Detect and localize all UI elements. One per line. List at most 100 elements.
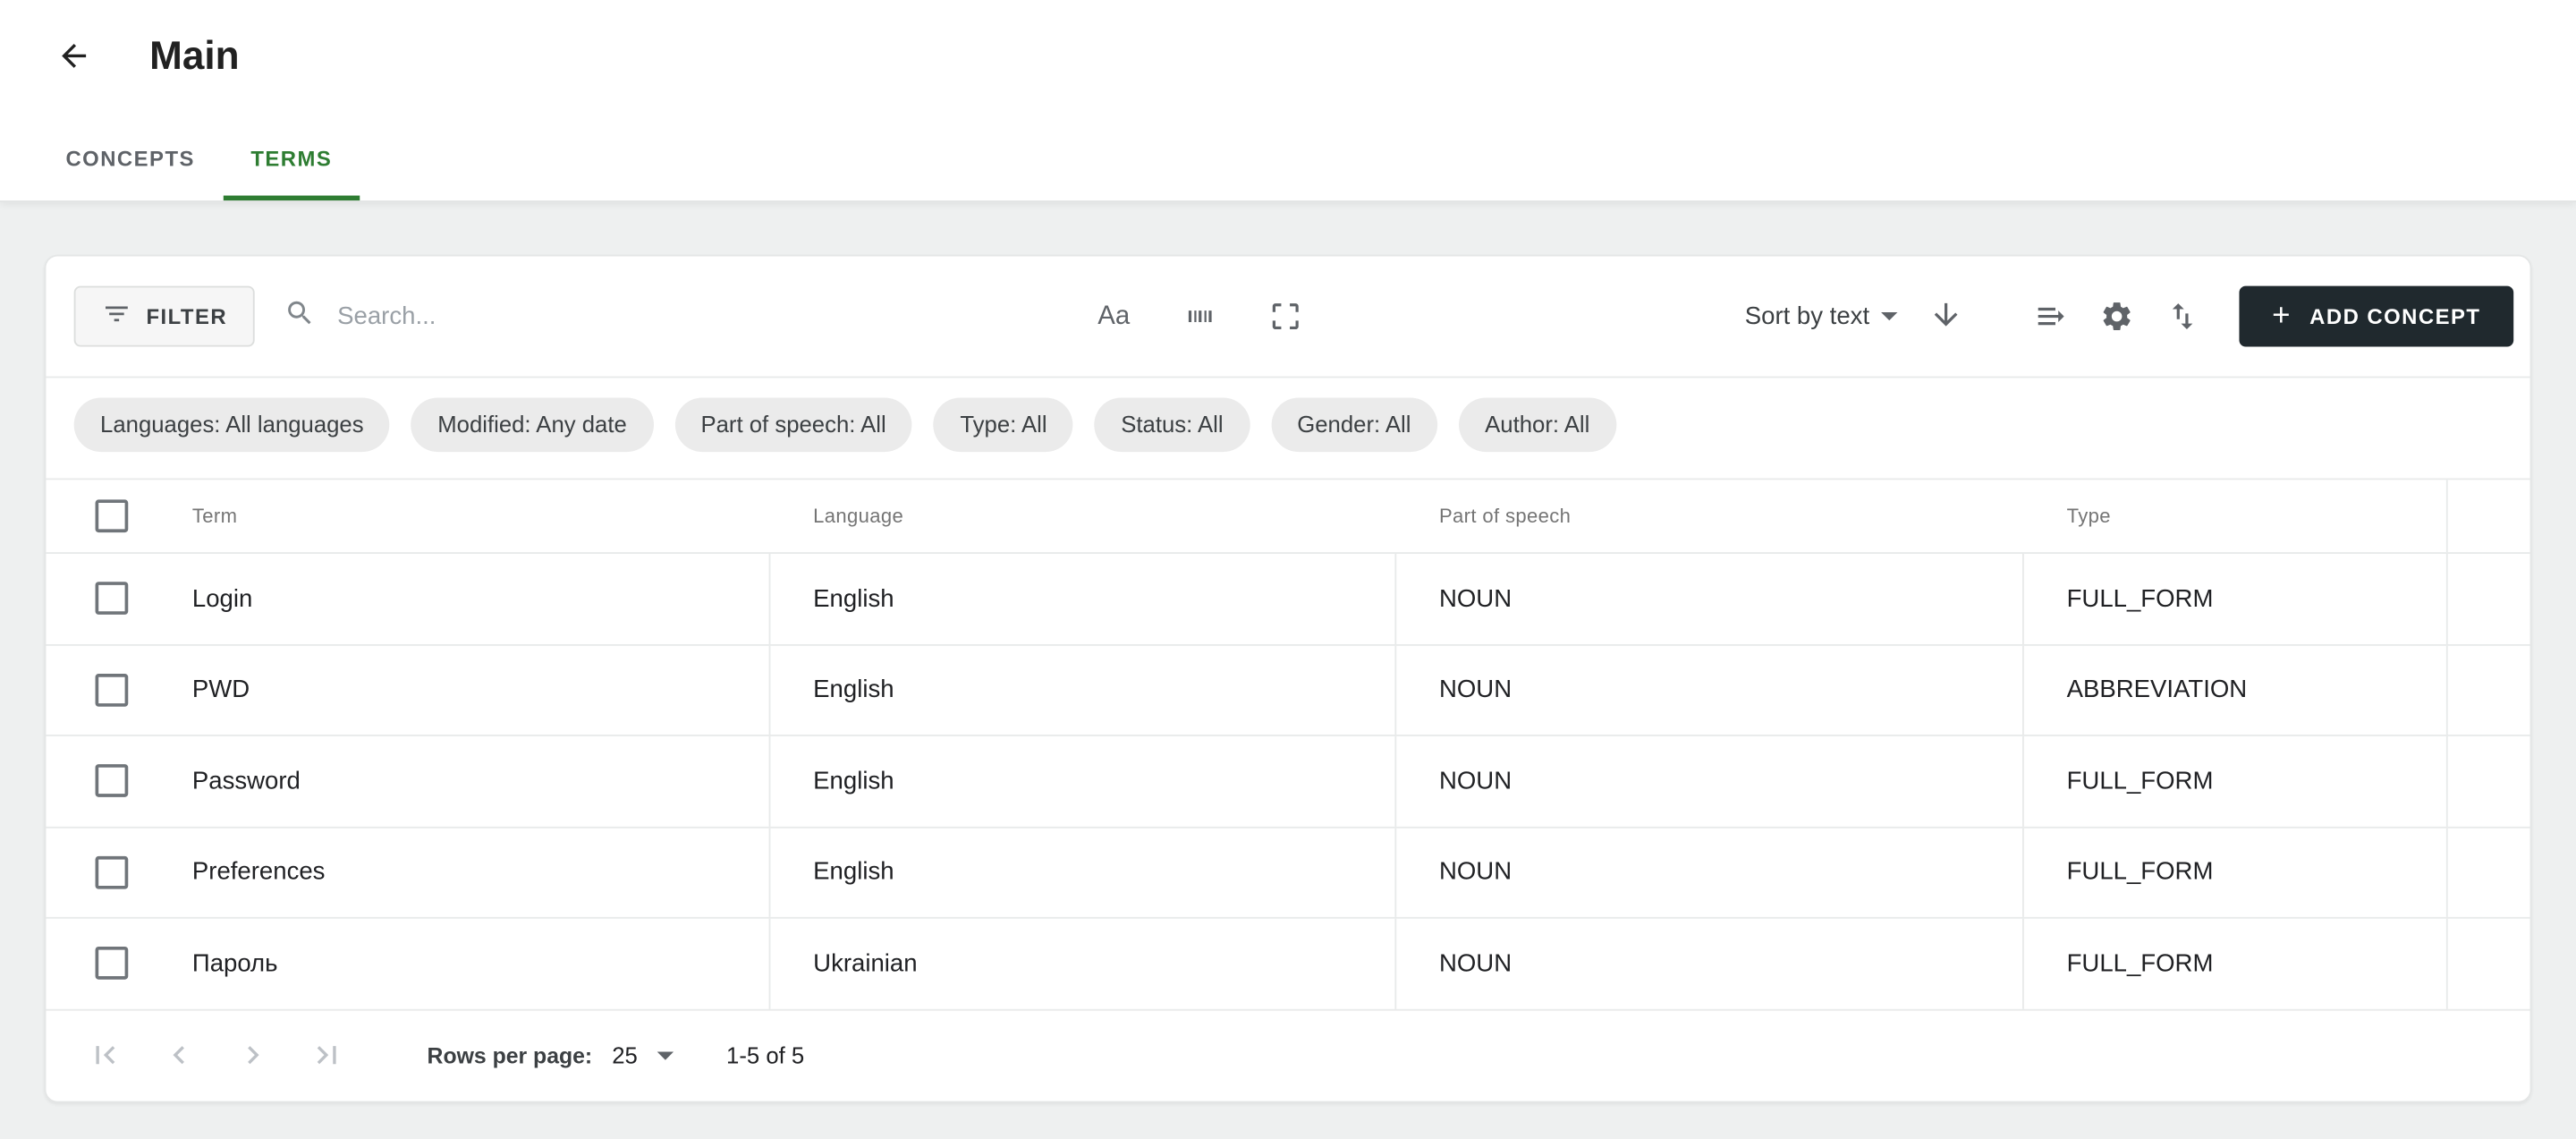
- match-case-icon[interactable]: Aa: [1094, 297, 1133, 336]
- row-spacer-cell: [2448, 828, 2532, 917]
- term-text: PWD: [192, 676, 250, 703]
- row-checkbox[interactable]: [96, 582, 129, 616]
- toolbar-right-group: Sort by text: [1745, 286, 2513, 347]
- chevron-down-icon: [1881, 312, 1897, 320]
- pos-cell: NOUN: [1396, 736, 2024, 826]
- column-header-term: Term: [192, 505, 237, 528]
- term-text: Пароль: [192, 949, 278, 977]
- column-header-pos: Part of speech: [1396, 480, 2024, 552]
- language-cell: English: [770, 736, 1396, 826]
- type-cell: FULL_FORM: [2024, 554, 2448, 643]
- filter-button-label: FILTER: [146, 304, 227, 329]
- table-header-row: Term Language Part of speech Type: [46, 478, 2529, 552]
- rows-per-page-label: Rows per page:: [428, 1042, 593, 1067]
- row-spacer-cell: [2448, 736, 2532, 826]
- language-cell: English: [770, 645, 1396, 735]
- term-cell: Password: [46, 736, 770, 826]
- row-checkbox[interactable]: [96, 765, 129, 798]
- tab-terms[interactable]: TERMS: [223, 122, 360, 200]
- pos-cell: NOUN: [1396, 554, 2024, 643]
- tab-bar: CONCEPTS TERMS: [38, 122, 360, 200]
- type-cell: FULL_FORM: [2024, 919, 2448, 1008]
- chevron-down-icon: [657, 1051, 674, 1059]
- arrow-down-icon: [1929, 297, 1964, 336]
- gear-icon[interactable]: [2097, 297, 2137, 336]
- first-page-icon[interactable]: [86, 1035, 125, 1075]
- chip-part-of-speech[interactable]: Part of speech: All: [674, 397, 912, 452]
- column-header-language: Language: [770, 480, 1396, 552]
- lines-arrow-icon[interactable]: [2032, 297, 2072, 336]
- select-all-checkbox[interactable]: [96, 499, 129, 532]
- term-cell: Login: [46, 554, 770, 643]
- row-checkbox[interactable]: [96, 947, 129, 980]
- header-term-cell: Term: [46, 480, 770, 552]
- chip-status[interactable]: Status: All: [1095, 397, 1250, 452]
- language-cell: English: [770, 554, 1396, 643]
- search-box: [284, 297, 899, 336]
- chip-type[interactable]: Type: All: [934, 397, 1073, 452]
- page: Main CONCEPTS TERMS FILTER: [0, 0, 2576, 1139]
- back-button[interactable]: [53, 36, 96, 79]
- search-input[interactable]: [334, 301, 899, 332]
- type-cell: ABBREVIATION: [2024, 645, 2448, 735]
- terms-card: FILTER Aa: [45, 255, 2532, 1102]
- table-row[interactable]: PWD English NOUN ABBREVIATION: [46, 643, 2529, 735]
- rows-per-page-select[interactable]: 25: [612, 1041, 674, 1067]
- header-spacer-cell: [2448, 480, 2532, 552]
- barcode-icon[interactable]: [1180, 297, 1219, 336]
- pos-cell: NOUN: [1396, 919, 2024, 1008]
- page-title: Main: [149, 31, 239, 84]
- term-cell: PWD: [46, 645, 770, 735]
- plus-icon: +: [2272, 301, 2292, 332]
- swap-vert-icon[interactable]: [2164, 297, 2203, 336]
- filter-button[interactable]: FILTER: [74, 286, 256, 347]
- card-toolbar: FILTER Aa: [46, 257, 2529, 377]
- tab-concepts[interactable]: CONCEPTS: [38, 122, 223, 200]
- row-spacer-cell: [2448, 919, 2532, 1008]
- filter-icon: [102, 299, 131, 334]
- search-option-icons: Aa: [1094, 257, 1304, 377]
- rows-per-page-value: 25: [612, 1041, 638, 1067]
- row-checkbox[interactable]: [96, 674, 129, 707]
- row-spacer-cell: [2448, 554, 2532, 643]
- term-cell: Пароль: [46, 919, 770, 1008]
- pagination-bar: Rows per page: 25 1-5 of 5: [46, 1008, 2529, 1101]
- filter-chips-row: Languages: All languages Modified: Any d…: [46, 377, 2529, 479]
- column-header-type: Type: [2024, 480, 2448, 552]
- sort-by-label: Sort by text: [1745, 302, 1869, 330]
- pos-cell: NOUN: [1396, 828, 2024, 917]
- top-bar: Main CONCEPTS TERMS: [0, 0, 2576, 200]
- chip-gender[interactable]: Gender: All: [1271, 397, 1437, 452]
- crop-free-icon[interactable]: [1265, 297, 1304, 336]
- sort-by-dropdown[interactable]: Sort by text: [1745, 302, 1898, 330]
- terms-table: Term Language Part of speech Type Login …: [46, 478, 2529, 1007]
- term-text: Login: [192, 584, 252, 612]
- pagination-range: 1-5 of 5: [726, 1041, 804, 1067]
- table-row[interactable]: Пароль Ukrainian NOUN FULL_FORM: [46, 917, 2529, 1008]
- language-cell: English: [770, 828, 1396, 917]
- type-cell: FULL_FORM: [2024, 828, 2448, 917]
- chip-author[interactable]: Author: All: [1459, 397, 1616, 452]
- previous-page-icon[interactable]: [159, 1035, 199, 1075]
- term-text: Password: [192, 767, 301, 795]
- term-text: Preferences: [192, 858, 326, 886]
- table-row[interactable]: Preferences English NOUN FULL_FORM: [46, 826, 2529, 917]
- term-cell: Preferences: [46, 828, 770, 917]
- sort-direction-button[interactable]: [1927, 297, 1966, 336]
- table-row[interactable]: Login English NOUN FULL_FORM: [46, 552, 2529, 643]
- chip-modified[interactable]: Modified: Any date: [411, 397, 653, 452]
- pos-cell: NOUN: [1396, 645, 2024, 735]
- chip-languages[interactable]: Languages: All languages: [74, 397, 390, 452]
- arrow-left-icon: [55, 54, 91, 79]
- language-cell: Ukrainian: [770, 919, 1396, 1008]
- last-page-icon[interactable]: [307, 1035, 346, 1075]
- next-page-icon[interactable]: [233, 1035, 273, 1075]
- add-concept-button[interactable]: + ADD CONCEPT: [2239, 286, 2513, 347]
- content-area: FILTER Aa: [0, 200, 2576, 1101]
- search-icon: [284, 297, 316, 336]
- type-cell: FULL_FORM: [2024, 736, 2448, 826]
- row-checkbox[interactable]: [96, 855, 129, 888]
- table-row[interactable]: Password English NOUN FULL_FORM: [46, 735, 2529, 826]
- add-concept-label: ADD CONCEPT: [2309, 304, 2480, 329]
- row-spacer-cell: [2448, 645, 2532, 735]
